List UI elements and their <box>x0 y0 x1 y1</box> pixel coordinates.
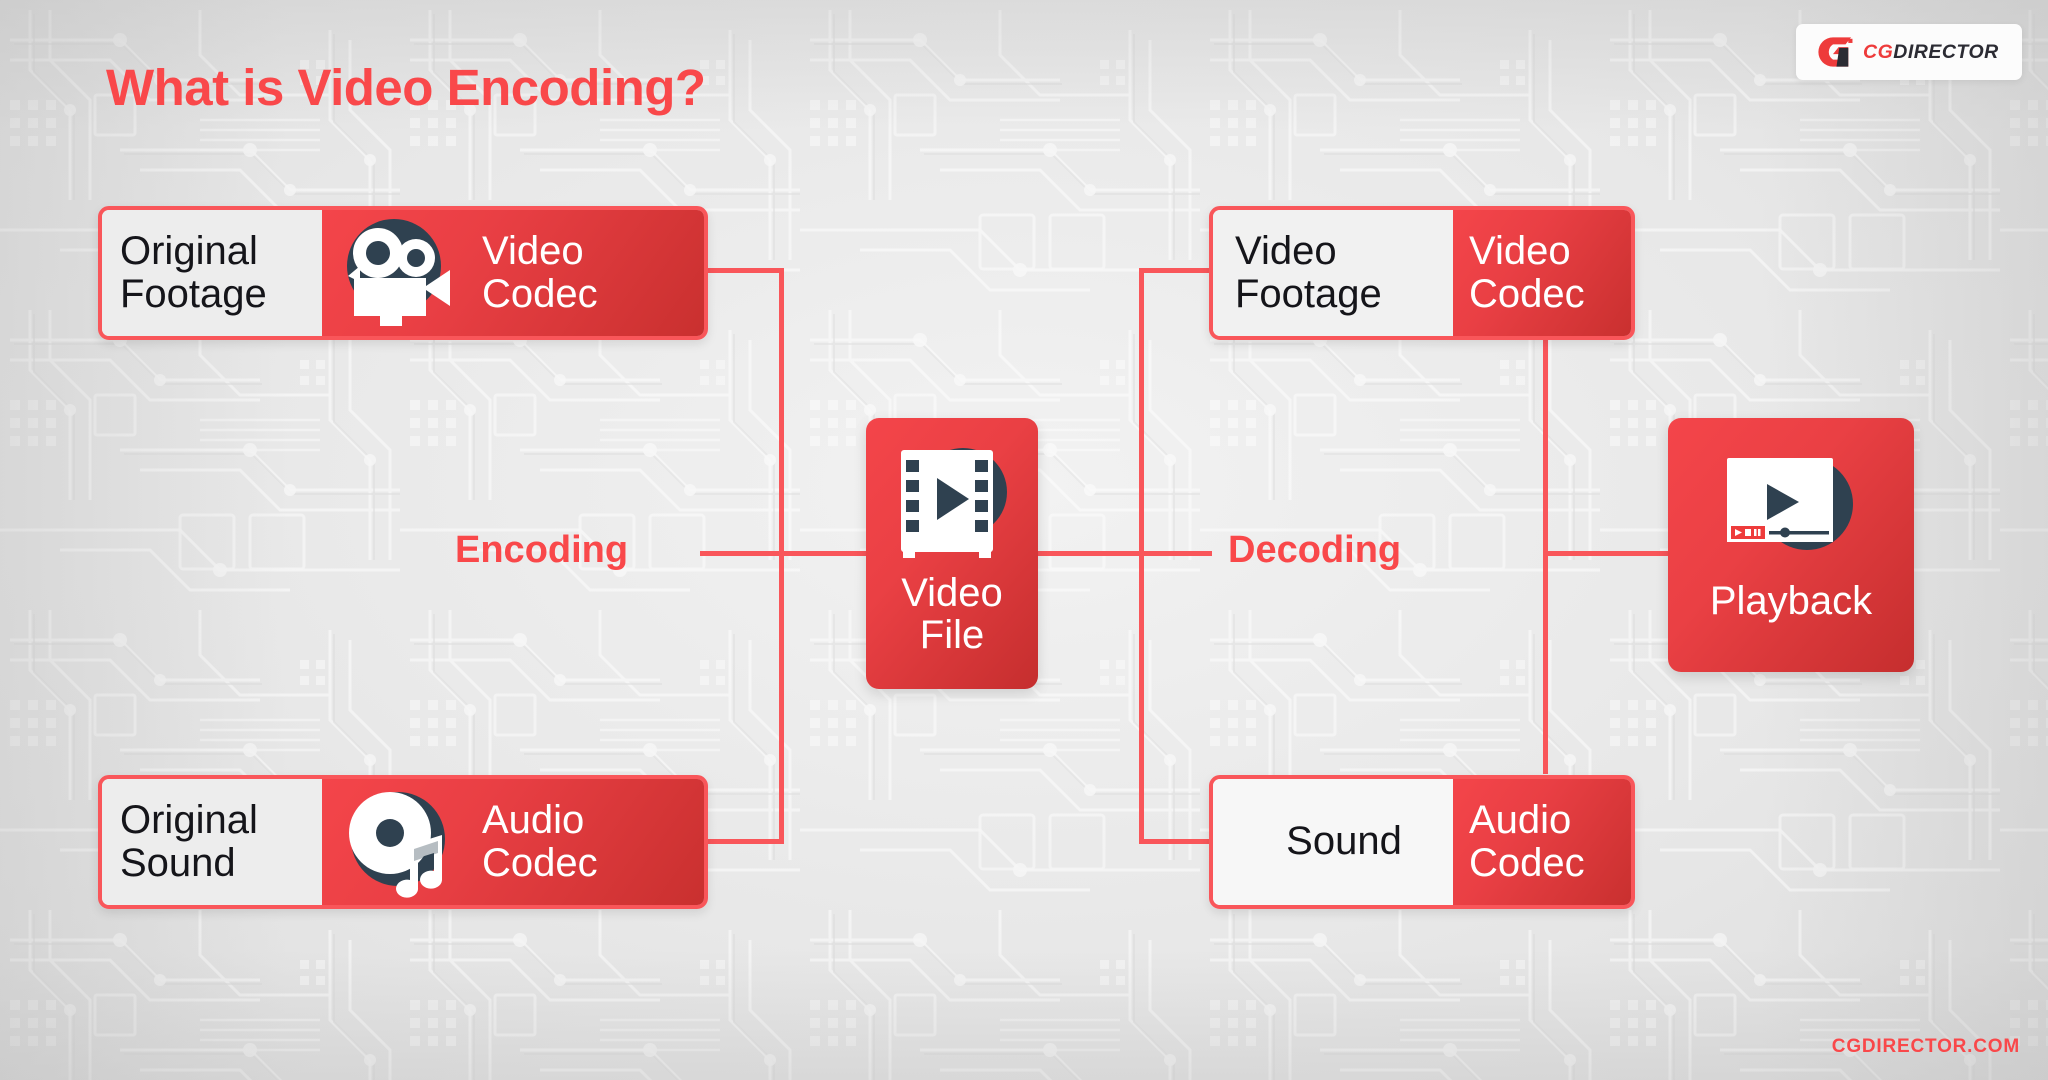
logo-text-director: DIRECTOR <box>1893 40 1999 63</box>
logo-text-cg: CG <box>1863 40 1894 63</box>
footer-text-cg: CG <box>1831 1036 1862 1057</box>
audio-codec-output-pane: Audio Codec <box>1453 779 1631 905</box>
brand-logo[interactable]: CGDIRECTOR <box>1796 24 2022 80</box>
original-sound-input-pane: Original Sound <box>102 779 322 905</box>
original-footage-codec-pane: Video Codec <box>322 210 704 336</box>
connector-top-left-horizontal <box>700 268 784 273</box>
connector-to-playback <box>1543 551 1668 556</box>
video-player-window-icon-slot <box>1715 440 1867 570</box>
video-codec-output-pane: Video Codec <box>1453 210 1631 336</box>
audio-codec-label-left: Audio Codec <box>482 797 598 885</box>
node-video-footage-output[interactable]: Video Footage Video Codec <box>1209 206 1635 340</box>
sound-label: Sound <box>1286 819 1402 864</box>
node-sound-output[interactable]: Sound Audio Codec <box>1209 775 1635 909</box>
footer-watermark: CGDIRECTOR.COM <box>1832 1036 2020 1058</box>
logo-wordmark: CGDIRECTOR <box>1863 41 1999 64</box>
video-footage-label: Video Footage <box>1235 228 1382 316</box>
node-original-footage[interactable]: Original Footage Video Codec <box>98 206 708 340</box>
cgdirector-logo-mark <box>1818 37 1853 67</box>
stage-label-decoding: Decoding <box>1228 529 1402 571</box>
connector-right-branch-vertical <box>1139 268 1144 844</box>
video-codec-label-left: Video Codec <box>482 228 598 316</box>
connector-to-video-footage <box>1139 268 1211 273</box>
connector-bottom-left-horizontal <box>700 839 784 844</box>
connector-encoding-to-videofile <box>700 551 872 556</box>
original-footage-label: Original Footage <box>120 228 267 316</box>
original-footage-input-pane: Original Footage <box>102 210 322 336</box>
video-file-label: Video File <box>901 571 1003 657</box>
infographic-canvas: What is Video Encoding? CGDIRECTOR Origi… <box>0 0 2048 1080</box>
stage-label-encoding: Encoding <box>455 529 629 571</box>
connector-videofile-to-decoding <box>1032 551 1212 556</box>
connector-far-right-vertical <box>1543 340 1548 774</box>
footer-text-domain: DIRECTOR.COM <box>1861 1036 2020 1057</box>
node-playback[interactable]: Playback <box>1668 418 1914 672</box>
sound-output-pane: Sound <box>1213 779 1453 905</box>
node-original-sound[interactable]: Original Sound Audio Codec <box>98 775 708 909</box>
original-sound-label: Original Sound <box>120 797 258 885</box>
video-footage-output-pane: Video Footage <box>1213 210 1453 336</box>
video-camera-icon <box>347 219 450 326</box>
audio-disc-music-note-icon-slot <box>322 779 482 905</box>
video-player-window-icon <box>1727 458 1853 550</box>
original-sound-codec-pane: Audio Codec <box>322 779 704 905</box>
connector-left-vertical <box>779 268 784 844</box>
film-strip-play-icon <box>901 448 1007 558</box>
playback-label: Playback <box>1709 579 1873 623</box>
audio-codec-label-right: Audio Codec <box>1469 797 1585 885</box>
audio-disc-music-note-icon <box>349 792 445 898</box>
film-strip-play-icon-slot <box>887 436 1017 566</box>
node-video-file[interactable]: Video File <box>866 418 1038 689</box>
connector-to-sound <box>1139 839 1211 844</box>
video-camera-icon-slot <box>322 210 482 336</box>
video-codec-label-right: Video Codec <box>1469 228 1585 316</box>
page-title: What is Video Encoding? <box>106 59 706 116</box>
